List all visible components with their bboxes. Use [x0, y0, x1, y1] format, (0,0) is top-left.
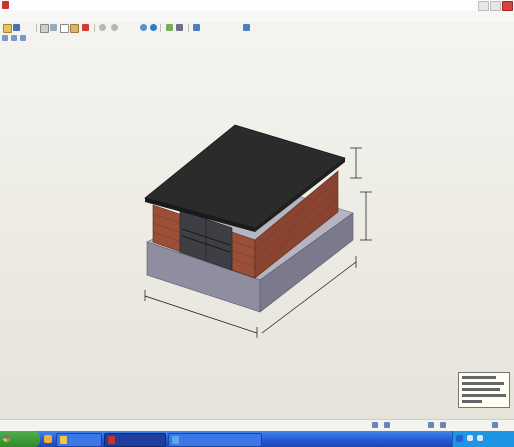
layers-icon[interactable] — [2, 35, 8, 41]
delete-icon[interactable] — [82, 24, 89, 31]
app-icon — [2, 1, 9, 9]
toolbar-separator — [188, 24, 189, 32]
copy-icon[interactable] — [60, 24, 69, 33]
orbit-mode-icon[interactable] — [243, 24, 250, 31]
info-panel — [458, 372, 510, 408]
walkthrough-icon[interactable] — [166, 24, 173, 31]
camera-icon[interactable] — [176, 24, 183, 31]
status-zoom-icon[interactable] — [492, 422, 498, 428]
quicklaunch-icon[interactable] — [44, 435, 52, 443]
browser-icon — [172, 436, 179, 444]
nav-next-icon[interactable] — [428, 422, 434, 428]
toolbar-separator — [36, 24, 37, 32]
app-task-icon — [108, 436, 115, 444]
save-icon[interactable] — [13, 24, 20, 31]
print-icon[interactable] — [40, 24, 49, 33]
cut-icon[interactable] — [50, 24, 57, 31]
toolbar-separator — [160, 24, 161, 32]
start-button[interactable] — [0, 431, 40, 447]
minimize-button[interactable] — [478, 1, 489, 11]
building-model[interactable] — [0, 43, 514, 419]
system-tray — [452, 431, 514, 447]
toolbar-separator — [94, 24, 95, 32]
3d-viewport[interactable] — [0, 43, 514, 419]
nav-last-icon[interactable] — [440, 422, 446, 428]
walkthrough-mode-icon[interactable] — [193, 24, 200, 31]
taskbar-item[interactable] — [56, 433, 102, 447]
taskbar — [0, 431, 514, 447]
windows-logo-icon — [3, 435, 10, 442]
properties-icon[interactable] — [11, 35, 17, 41]
taskbar-item[interactable] — [168, 433, 262, 447]
globe-icon[interactable] — [150, 24, 157, 31]
settings-icon[interactable] — [20, 35, 26, 41]
undo-icon[interactable] — [99, 24, 106, 31]
open-file-icon[interactable] — [3, 24, 12, 33]
nav-prev-icon[interactable] — [384, 422, 390, 428]
language-indicator-icon[interactable] — [456, 435, 463, 442]
network-icon[interactable] — [477, 435, 483, 441]
close-button[interactable] — [502, 1, 513, 11]
folder-icon — [60, 436, 67, 444]
taskbar-item-active[interactable] — [104, 433, 166, 447]
nav-first-icon[interactable] — [372, 422, 378, 428]
zoom-icon[interactable] — [140, 24, 147, 31]
volume-icon[interactable] — [467, 435, 473, 441]
maximize-button[interactable] — [490, 1, 501, 11]
redo-icon[interactable] — [111, 24, 118, 31]
paste-icon[interactable] — [70, 24, 79, 33]
